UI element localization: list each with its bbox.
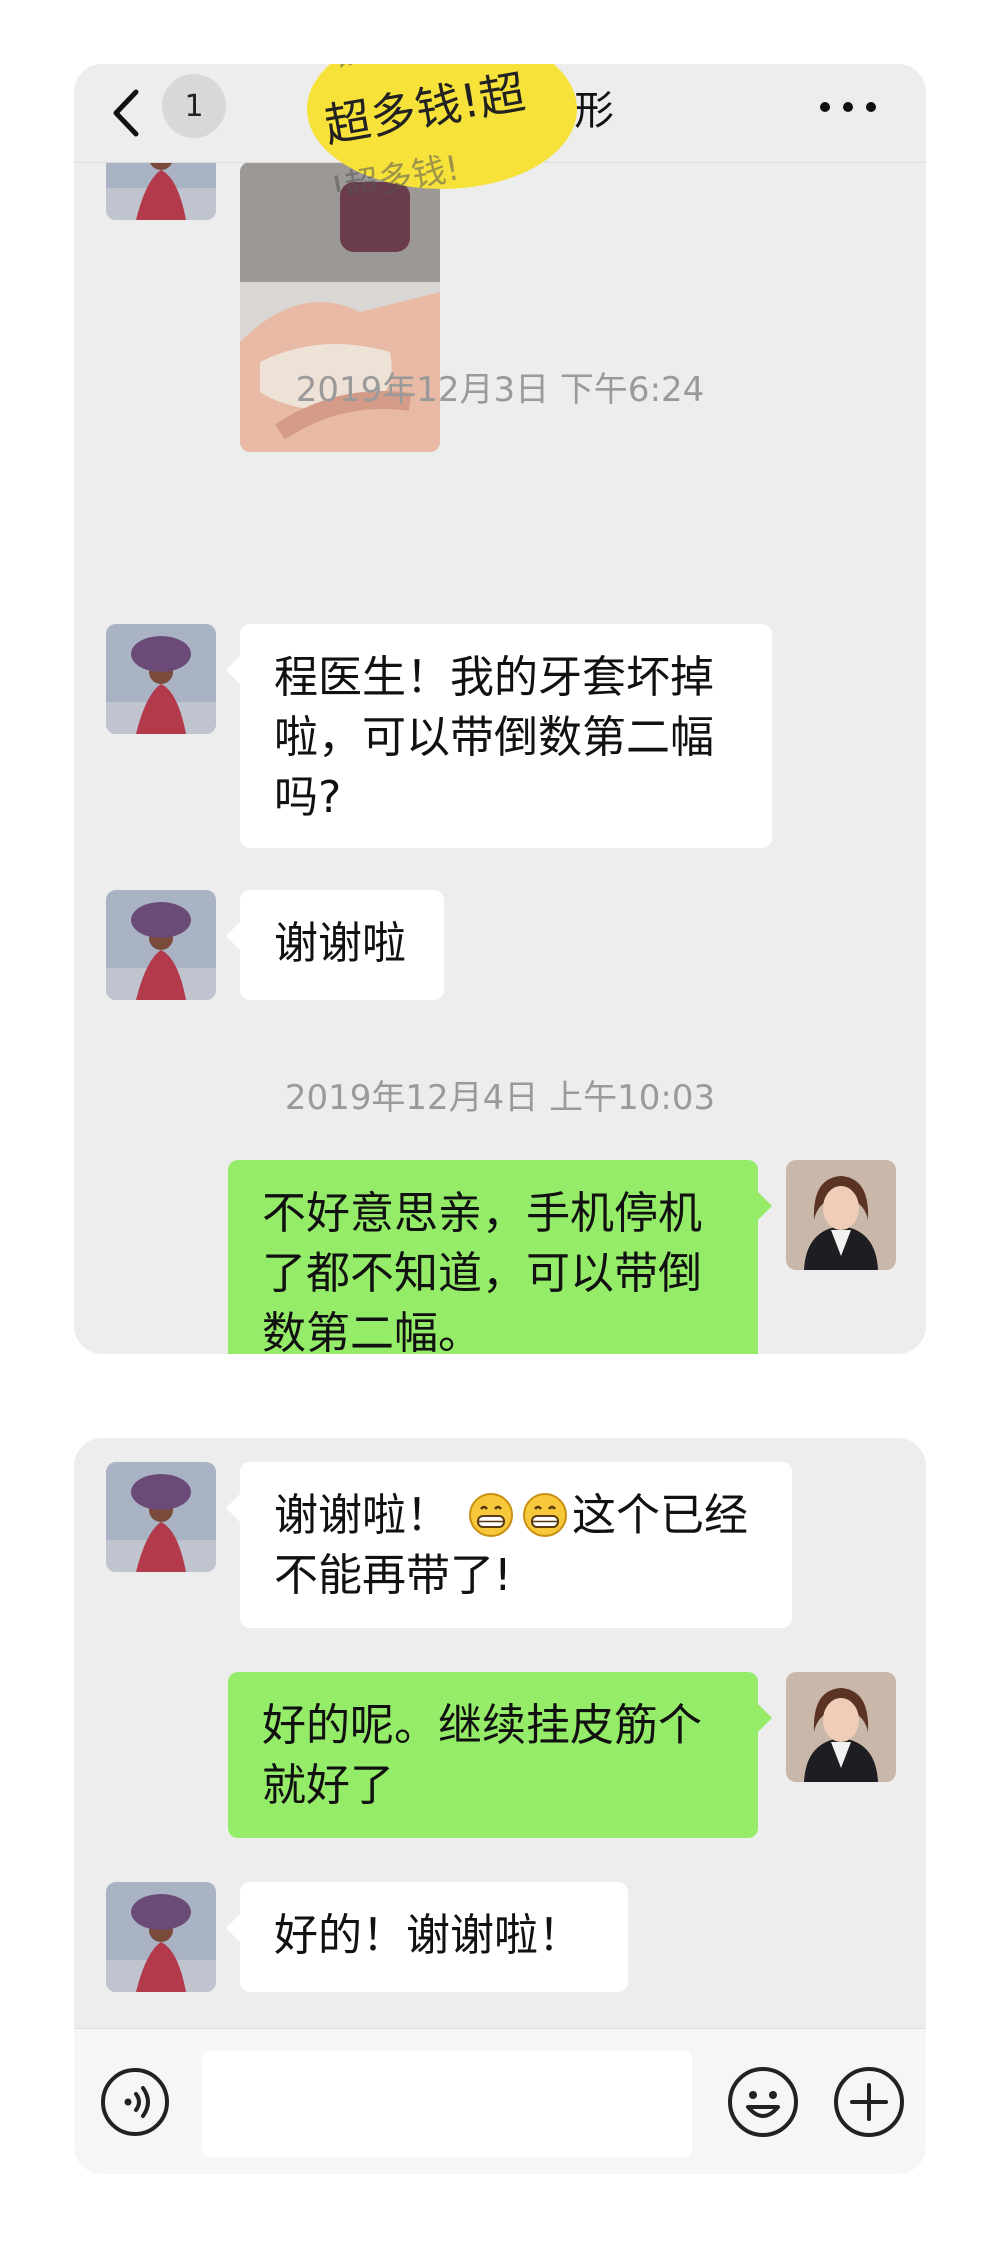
voice-button[interactable] xyxy=(100,2067,170,2137)
voice-icon xyxy=(101,2068,169,2136)
incoming-message[interactable]: 好的！谢谢啦！ xyxy=(226,1882,628,1992)
incoming-message[interactable]: 谢谢啦！ 这个已经不能再带了! xyxy=(226,1462,792,1628)
plus-icon xyxy=(834,2067,904,2137)
message-input[interactable] xyxy=(202,2051,692,2157)
contact-avatar[interactable] xyxy=(106,1882,216,1992)
grin-emoji-icon xyxy=(469,1493,513,1537)
grin-emoji-icon xyxy=(523,1493,567,1537)
incoming-message[interactable]: 谢谢啦 xyxy=(226,890,444,1000)
contact-avatar[interactable] xyxy=(106,890,216,1000)
chat-input-bar xyxy=(74,2028,926,2174)
message-text: 谢谢啦！ xyxy=(274,1490,450,1541)
timestamp: 2019年12月3日 下午6:24 xyxy=(295,370,705,410)
incoming-message[interactable]: 程医生！我的牙套坏掉啦，可以带倒数第二幅吗? xyxy=(226,624,772,848)
unread-count-badge[interactable]: 1 xyxy=(162,74,226,138)
money-sticker: 钱!超多 超多钱!超 !超多钱! xyxy=(292,64,592,210)
contact-avatar[interactable] xyxy=(106,624,216,734)
emoji-icon xyxy=(728,2067,798,2137)
doctor-avatar[interactable] xyxy=(786,1160,896,1270)
chat-screenshot-2: 谢谢啦！ 这个已经不能再带了! 好的呢。继续挂皮筋个就好了 好的！谢谢啦！ xyxy=(74,1438,926,2174)
timestamp: 2019年12月4日 上午10:03 xyxy=(284,1078,716,1118)
outgoing-message[interactable]: 不好意思亲，手机停机了都不知道，可以带倒数第二幅。 xyxy=(228,1160,772,1354)
back-button[interactable] xyxy=(108,88,148,138)
contact-avatar[interactable] xyxy=(106,1462,216,1572)
more-actions-button[interactable] xyxy=(832,2065,906,2139)
outgoing-message[interactable]: 好的呢。继续挂皮筋个就好了 xyxy=(228,1672,772,1838)
more-options-button[interactable] xyxy=(820,92,876,122)
chevron-left-icon xyxy=(113,89,139,137)
doctor-avatar[interactable] xyxy=(786,1672,896,1782)
emoji-button[interactable] xyxy=(726,2065,800,2139)
more-dots-icon xyxy=(820,102,830,112)
chat-screenshot-1: 1 媛隐形 钱!超多 超多钱!超 !超多钱! 2019年12月3日 下午6:24 xyxy=(74,64,926,1354)
